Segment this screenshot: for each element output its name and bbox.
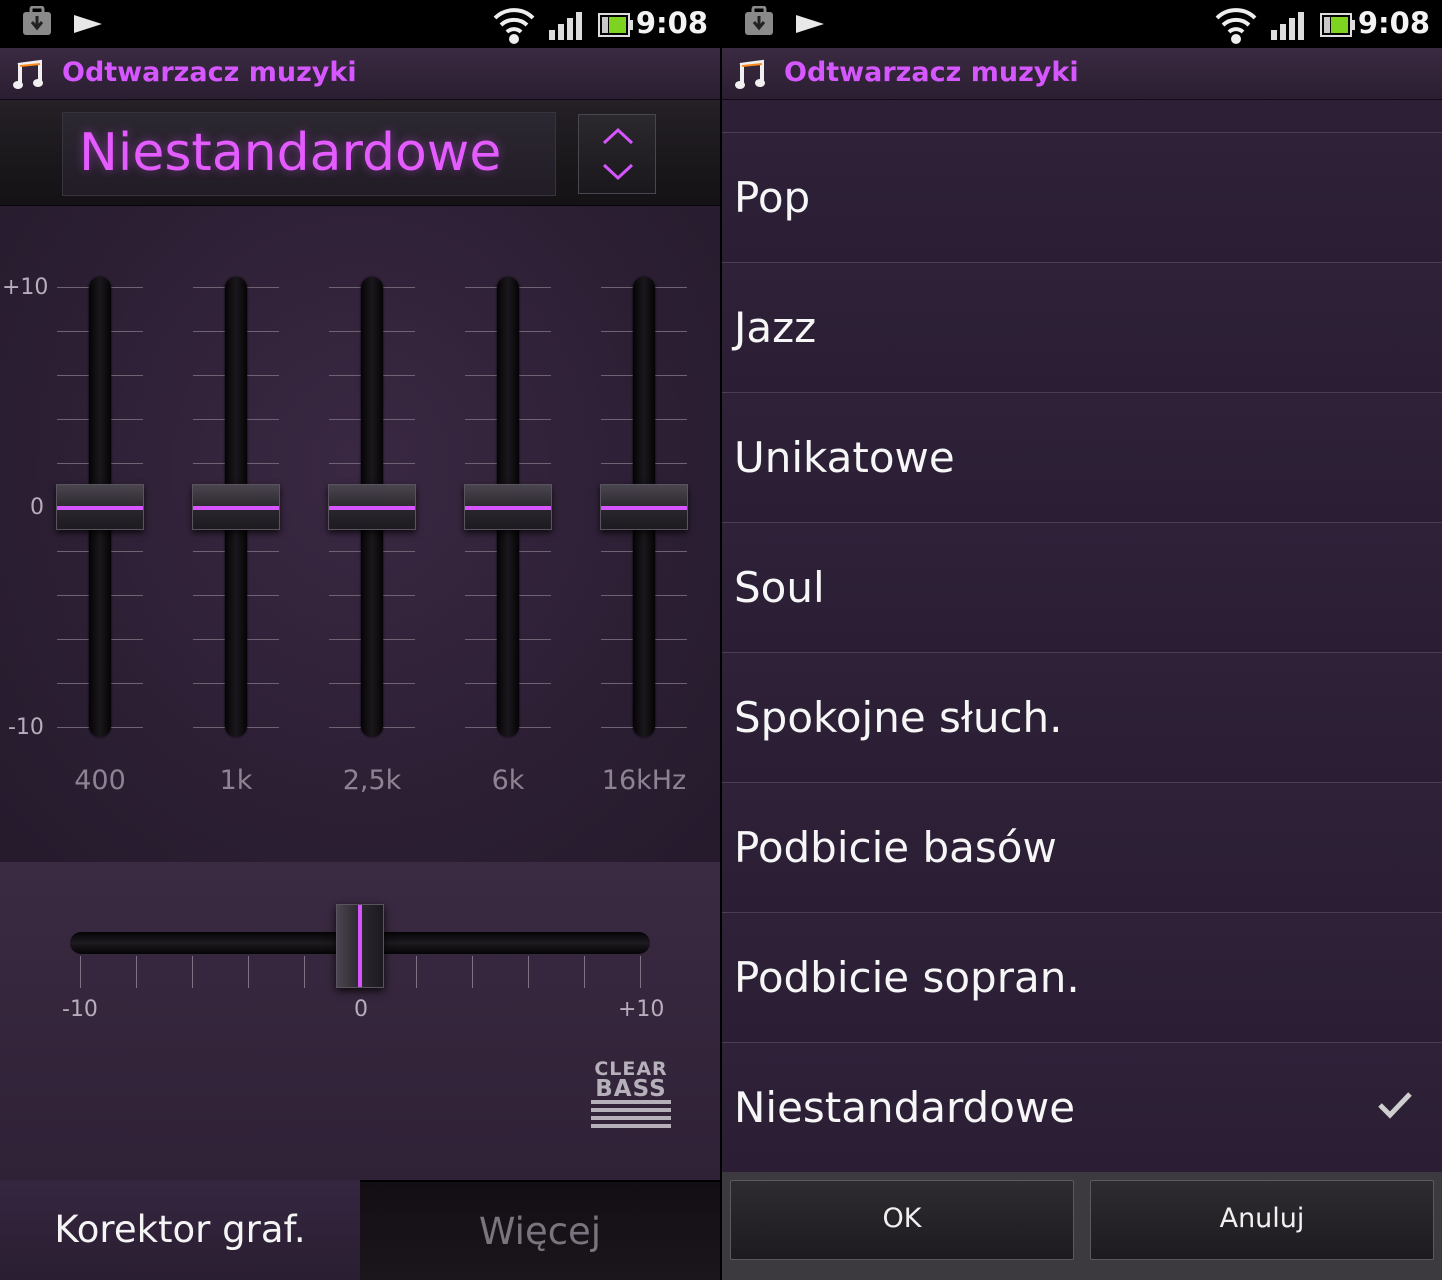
eq-thumb-mark — [57, 506, 143, 510]
clear-bass-tick — [416, 956, 417, 988]
chevron-down-icon — [602, 163, 634, 181]
signal-icon — [549, 12, 582, 40]
clear-bass-tick — [640, 956, 641, 988]
play-icon — [74, 15, 102, 33]
music-note-icon — [735, 59, 765, 89]
preset-list-item-label: Soul — [734, 563, 825, 612]
battery-icon — [1320, 13, 1355, 37]
app-title: Odtwarzacz muzyki — [62, 57, 357, 88]
clear-bass-tick — [192, 956, 193, 988]
ok-button[interactable]: OK — [730, 1180, 1074, 1260]
eq-slider-thumb[interactable] — [464, 484, 552, 530]
tab-graphic-equalizer[interactable]: Korektor graf. — [0, 1180, 360, 1280]
preset-list-item-label: Pop — [734, 173, 811, 222]
signal-icon — [1271, 12, 1304, 40]
scale-min-label: -10 — [8, 715, 44, 740]
preset-display[interactable]: Niestandardowe — [62, 112, 556, 196]
download-icon — [23, 6, 51, 35]
eq-slider-thumb[interactable] — [328, 484, 416, 530]
app-title-bar: Odtwarzacz muzyki — [0, 48, 720, 100]
cancel-button-label: Anuluj — [1219, 1203, 1305, 1234]
clear-bass-tick — [472, 956, 473, 988]
eq-band-label: 6k — [491, 765, 525, 796]
clear-bass-logo-line — [591, 1100, 671, 1104]
download-icon — [745, 6, 773, 35]
scale-zero-label: 0 — [30, 495, 44, 520]
eq-band-label: 16kHz — [601, 765, 687, 796]
eq-slider-thumb[interactable] — [56, 484, 144, 530]
preset-list: Pop Jazz Unikatowe Soul Spokojne słuch. Podbi… — [722, 100, 1442, 1173]
eq-thumb-mark — [601, 506, 687, 510]
clear-bass-panel: -10 0 +10 CLEAR BASS — [0, 862, 720, 1180]
clear-bass-tick — [304, 956, 305, 988]
eq-slider-thumb[interactable] — [192, 484, 280, 530]
preset-list-item-label: Podbicie basów — [734, 823, 1057, 872]
clear-bass-logo-line — [591, 1124, 671, 1128]
clear-bass-logo-line — [591, 1116, 671, 1120]
wifi-icon — [493, 8, 535, 44]
preset-list-item-label: Jazz — [734, 303, 817, 352]
ok-button-label: OK — [882, 1203, 922, 1234]
eq-band-label: 400 — [74, 765, 126, 796]
play-icon — [796, 15, 824, 33]
tab-graphic-equalizer-label: Korektor graf. — [54, 1208, 306, 1251]
music-note-icon — [13, 59, 43, 89]
cancel-button[interactable]: Anuluj — [1090, 1180, 1434, 1260]
preset-list-item[interactable]: Podbicie basów — [722, 783, 1442, 913]
preset-list-item[interactable]: Spokojne słuch. — [722, 653, 1442, 783]
preset-list-item[interactable]: Soul — [722, 523, 1442, 653]
clear-bass-tick — [80, 956, 81, 988]
preset-name: Niestandardowe — [79, 123, 502, 183]
status-bar: 9:08 — [0, 0, 720, 48]
app-title: Odtwarzacz muzyki — [784, 57, 1079, 88]
preset-list-item[interactable]: Jazz — [722, 263, 1442, 393]
clear-bass-min-label: -10 — [62, 997, 98, 1022]
eq-slider-thumb[interactable] — [600, 484, 688, 530]
status-bar: 9:08 — [722, 0, 1442, 48]
preset-list-item[interactable]: Niestandardowe — [722, 1043, 1442, 1173]
clear-bass-tick — [584, 956, 585, 988]
scale-max-label: +10 — [2, 275, 49, 300]
battery-icon — [598, 13, 633, 37]
clear-bass-logo: CLEAR BASS — [590, 1058, 672, 1138]
preset-list-item[interactable]: Unikatowe — [722, 393, 1442, 523]
preset-list-item[interactable]: Podbicie sopran. — [722, 913, 1442, 1043]
status-time: 9:08 — [1357, 6, 1430, 40]
eq-band-label: 2,5k — [342, 765, 402, 796]
clear-bass-logo-line — [591, 1108, 671, 1112]
equalizer-screen: 9:08 Odtwarzacz muzyki Niestandardowe +1… — [0, 0, 720, 1280]
preset-list-item-label: Spokojne słuch. — [734, 693, 1063, 742]
clear-bass-mid-label: 0 — [354, 997, 368, 1022]
eq-thumb-mark — [465, 506, 551, 510]
list-top-divider — [722, 100, 1442, 133]
clear-bass-slider-thumb[interactable] — [336, 904, 384, 988]
preset-list-screen: 9:08 Odtwarzacz muzyki Pop Jazz Unikatowe S… — [722, 0, 1442, 1280]
status-time: 9:08 — [635, 6, 708, 40]
equalizer-panel: +10 0 -10 400 1k 2,5k 6k 16kHz — [0, 207, 720, 863]
preset-list-item-label: Podbicie sopran. — [734, 953, 1080, 1002]
clear-bass-tick — [528, 956, 529, 988]
clear-bass-max-label: +10 — [618, 997, 665, 1022]
app-title-bar: Odtwarzacz muzyki — [722, 48, 1442, 100]
eq-thumb-mark — [329, 506, 415, 510]
clear-bass-logo-bottom: BASS — [595, 1076, 667, 1102]
eq-thumb-mark — [193, 506, 279, 510]
dialog-button-bar: OK Anuluj — [722, 1172, 1442, 1280]
preset-list-item-label: Niestandardowe — [734, 1083, 1076, 1132]
preset-list-item[interactable]: Pop — [722, 133, 1442, 263]
preset-selector: Niestandardowe — [0, 100, 720, 206]
eq-band-label: 1k — [219, 765, 253, 796]
chevron-up-icon — [602, 127, 634, 145]
check-icon — [1378, 1092, 1412, 1119]
tab-more-label: Więcej — [478, 1210, 602, 1253]
clear-bass-tick — [248, 956, 249, 988]
tab-more[interactable]: Więcej — [360, 1180, 720, 1280]
preset-list-item-label: Unikatowe — [734, 433, 955, 482]
clear-bass-thumb-mark — [358, 905, 362, 987]
preset-stepper-button[interactable] — [578, 114, 656, 194]
wifi-icon — [1215, 8, 1257, 44]
clear-bass-tick — [136, 956, 137, 988]
